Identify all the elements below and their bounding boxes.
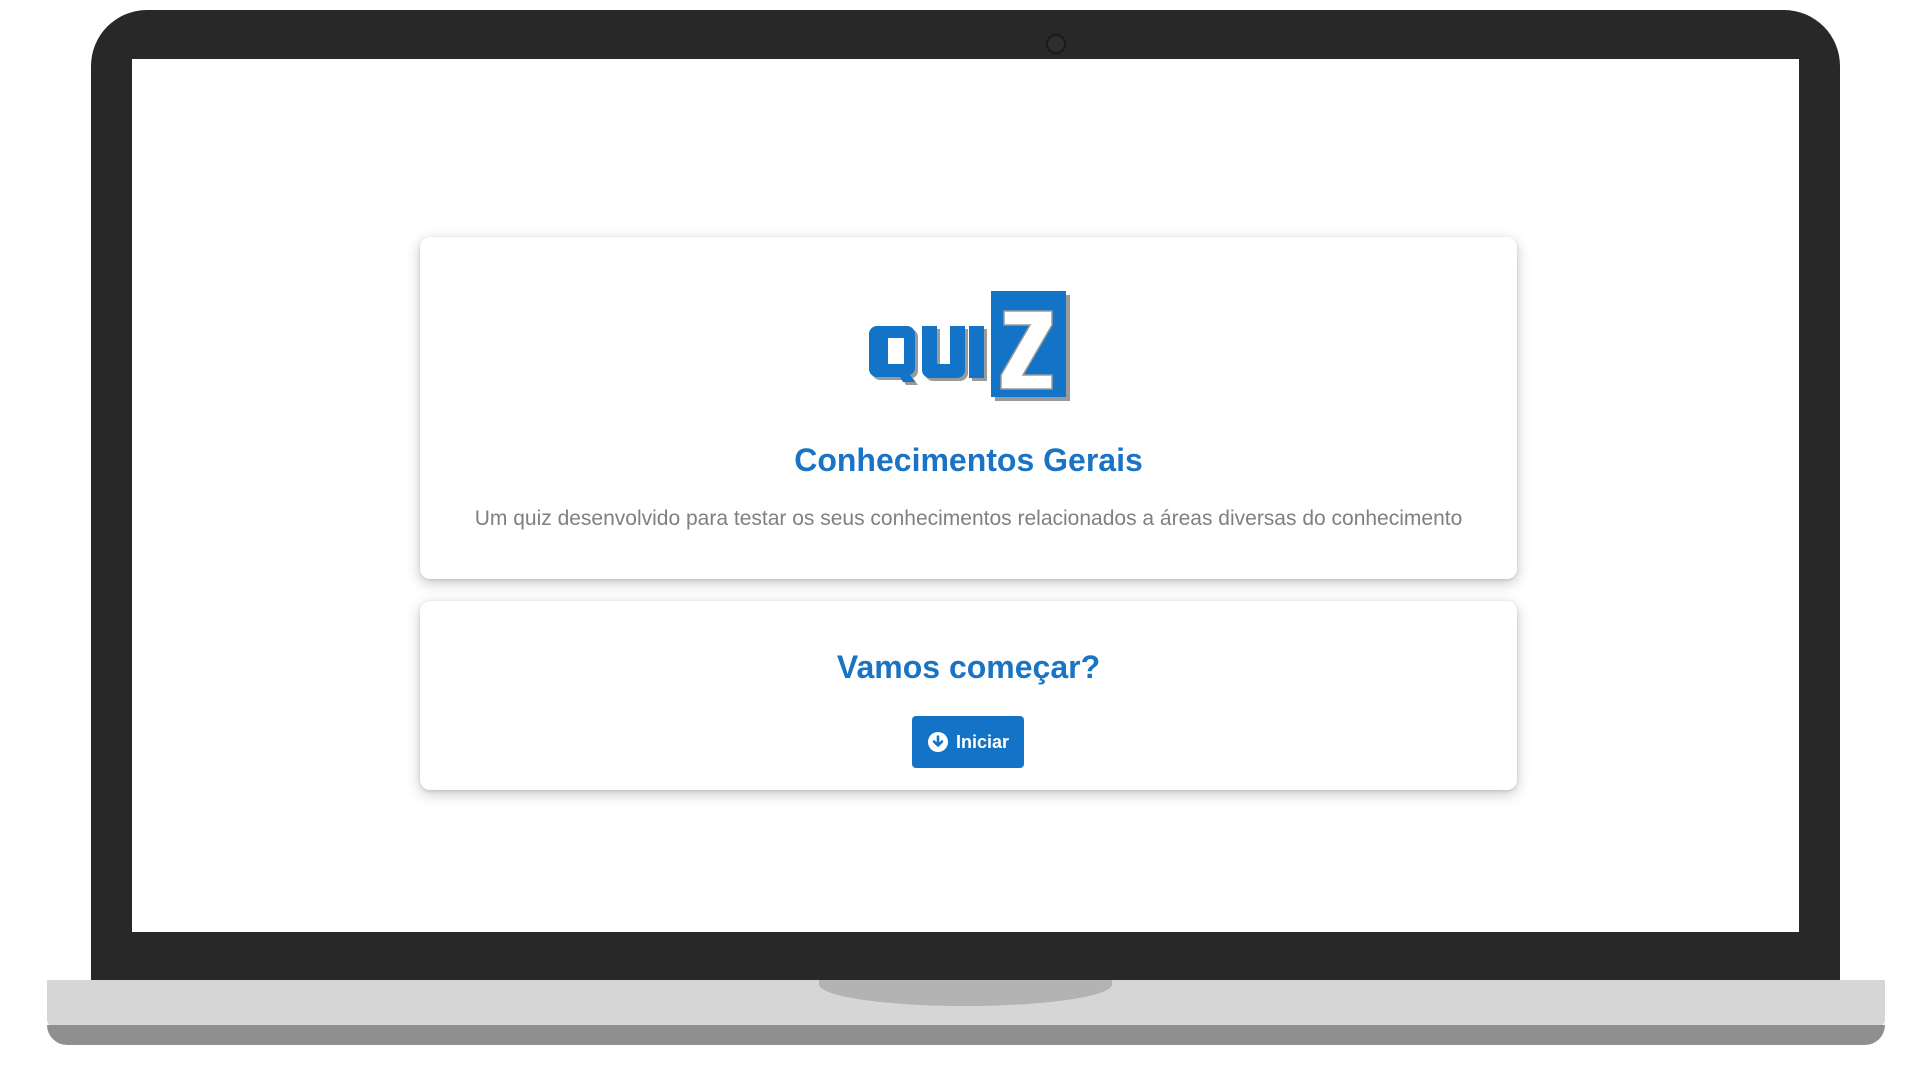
quiz-logo: [869, 291, 1070, 401]
quiz-description: Um quiz desenvolvido para testar os seus…: [474, 507, 1463, 530]
quiz-intro-card: Conhecimentos Gerais Um quiz desenvolvid…: [420, 237, 1517, 579]
laptop-screen: Conhecimentos Gerais Um quiz desenvolvid…: [132, 59, 1799, 932]
start-prompt: Vamos começar?: [836, 649, 1101, 685]
laptop-base-bottom: [47, 1025, 1885, 1045]
quiz-title: Conhecimentos Gerais: [794, 442, 1143, 478]
laptop-mockup: Conhecimentos Gerais Um quiz desenvolvid…: [0, 0, 1920, 1080]
webcam-icon: [1046, 34, 1066, 54]
start-button-label: Iniciar: [955, 731, 1010, 752]
arrow-circle-down-icon: [927, 732, 948, 752]
start-button[interactable]: Iniciar: [912, 716, 1024, 768]
start-card: Vamos começar? Iniciar: [420, 601, 1517, 790]
